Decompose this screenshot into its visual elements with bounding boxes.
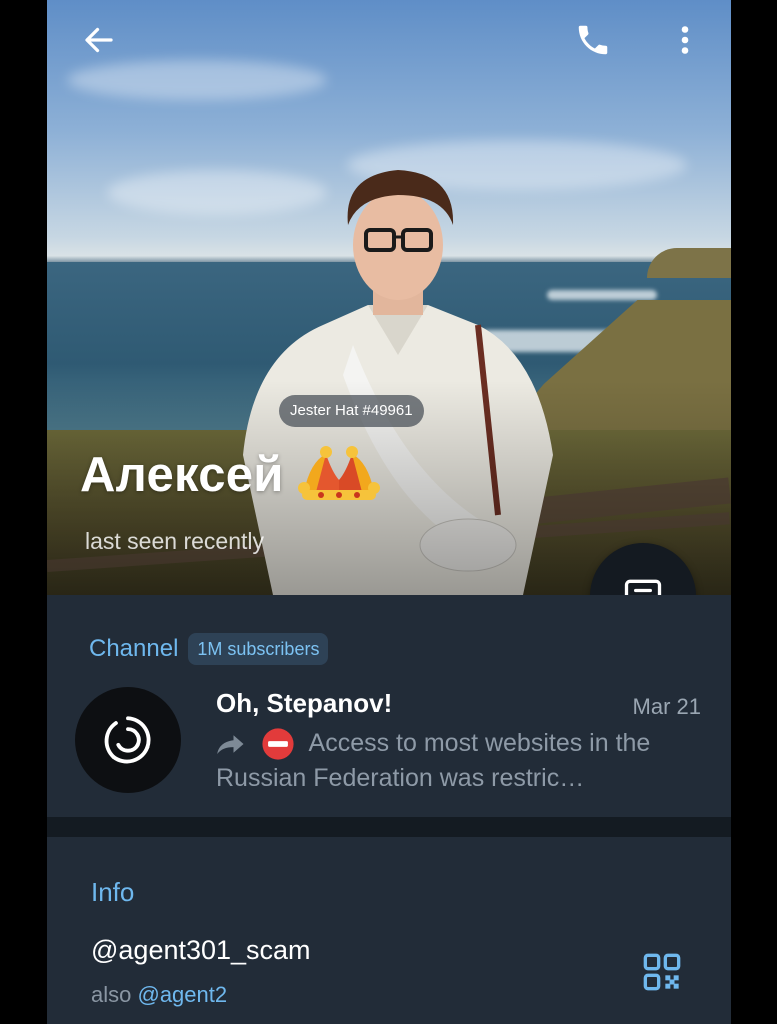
channel-section-title: Channel — [89, 635, 179, 662]
qr-code-icon[interactable] — [642, 952, 682, 992]
also-prefix: also — [91, 982, 132, 1007]
channel-logo-icon — [104, 716, 151, 764]
phone-icon — [578, 25, 608, 55]
channel-post-date: Mar 21 — [632, 694, 701, 719]
back-button[interactable] — [77, 18, 121, 62]
gift-badge[interactable]: Jester Hat #49961 — [279, 395, 424, 427]
info-section-title: Info — [91, 877, 135, 907]
channel-section[interactable]: Channel 1M subscribers Oh, Stepanov! Mar… — [47, 595, 731, 817]
arrow-left-icon — [85, 27, 113, 53]
alt-username-link[interactable]: @agent2 — [137, 982, 227, 1007]
last-seen-status: last seen recently — [85, 528, 264, 554]
jester-hat-icon[interactable] — [296, 444, 382, 506]
info-section: Info @agent301_scam also @agent2 — [47, 837, 731, 1024]
call-button[interactable] — [571, 18, 615, 62]
cliff — [647, 248, 731, 278]
channel-header: Channel 1M subscribers — [89, 633, 329, 665]
profile-name: Алексей — [80, 448, 284, 502]
sea-foam — [547, 290, 657, 300]
forward-icon — [217, 735, 244, 755]
more-vertical-icon — [681, 26, 689, 54]
cloud — [67, 60, 327, 100]
no-entry-icon — [262, 728, 294, 760]
channel-name: Oh, Stepanov! — [216, 688, 393, 718]
profile-screen: Jester Hat #49961 Алексей last seen rece… — [47, 0, 731, 1024]
channel-post-preview: Access to most websites in the Russian F… — [216, 726, 706, 796]
channel-avatar[interactable] — [75, 687, 181, 793]
profile-name-row: Алексей — [80, 444, 382, 506]
more-options-button[interactable] — [663, 18, 707, 62]
username-link[interactable]: @agent301_scam — [91, 935, 311, 966]
section-divider — [47, 817, 731, 837]
also-usernames: also @agent2 — [91, 982, 227, 1008]
subscribers-badge: 1M subscribers — [188, 633, 329, 665]
